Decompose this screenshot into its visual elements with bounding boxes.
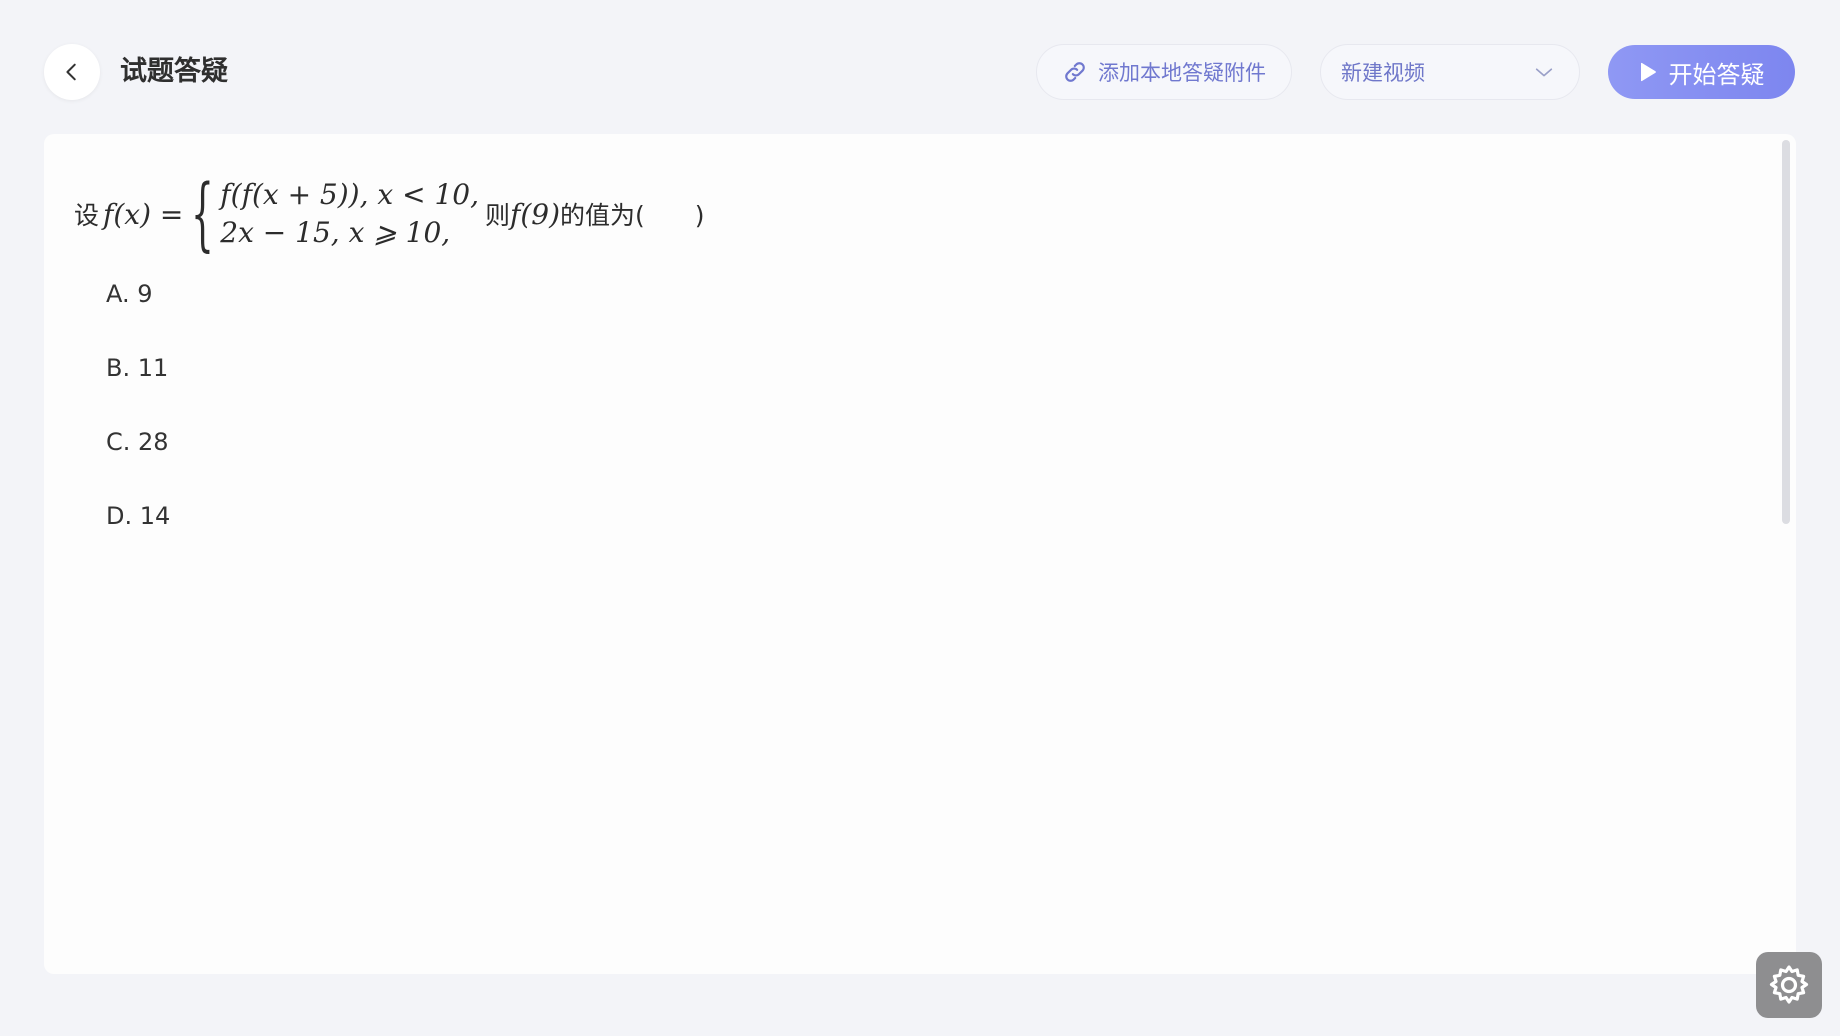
question-tail: 的值为( ) [560, 201, 705, 230]
function-name: f(x) = [103, 197, 184, 231]
chevron-down-icon [1535, 68, 1553, 77]
page-title: 试题答疑 [120, 56, 228, 87]
question-prefix: 设 [74, 201, 100, 230]
scrollbar[interactable] [1780, 140, 1790, 968]
question-card: 设 f(x) = { f(f(x + 5)), x < 10, 2x − 15,… [44, 134, 1796, 974]
add-attachment-button[interactable]: 添加本地答疑附件 [1036, 44, 1292, 100]
option-c[interactable]: C. 28 [106, 426, 169, 458]
question-suffix: 则 [484, 201, 510, 230]
settings-button[interactable] [1756, 952, 1822, 1018]
piecewise-brace: { [191, 167, 215, 260]
start-answer-label: 开始答疑 [1668, 60, 1765, 89]
case-2: 2x − 15, x ⩾ 10, [220, 216, 451, 249]
start-answer-button[interactable]: 开始答疑 [1608, 45, 1795, 99]
piecewise-cases: f(f(x + 5)), x < 10, 2x − 15, x ⩾ 10, [220, 176, 479, 252]
video-select[interactable]: 新建视频 [1320, 44, 1580, 100]
back-button[interactable] [44, 44, 100, 100]
question-stem: 设 f(x) = { f(f(x + 5)), x < 10, 2x − 15,… [74, 174, 705, 254]
gear-icon [1769, 965, 1809, 1004]
video-select-value: 新建视频 [1341, 61, 1425, 85]
option-b[interactable]: B. 11 [106, 352, 168, 384]
play-icon [1640, 62, 1656, 82]
add-attachment-label: 添加本地答疑附件 [1098, 61, 1266, 85]
link-icon [1065, 62, 1085, 82]
option-a[interactable]: A. 9 [106, 278, 153, 310]
f9-expression: f(9) [509, 197, 561, 231]
case-1: f(f(x + 5)), x < 10, [220, 178, 479, 211]
scrollbar-thumb[interactable] [1782, 140, 1790, 524]
chevron-left-icon [66, 63, 76, 81]
option-d[interactable]: D. 14 [106, 500, 170, 532]
